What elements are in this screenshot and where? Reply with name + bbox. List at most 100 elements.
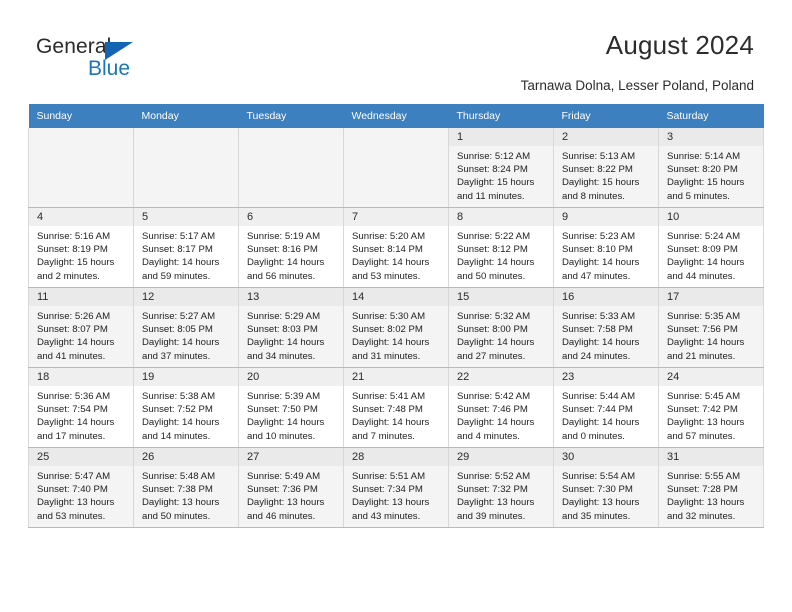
day-details: Sunrise: 5:24 AM Sunset: 8:09 PM Daylight:… <box>659 226 763 283</box>
day-details: Sunrise: 5:14 AM Sunset: 8:20 PM Daylight:… <box>659 146 763 203</box>
sunset-text: Sunset: 7:36 PM <box>247 484 318 496</box>
weekday-header-saturday: Saturday <box>658 104 764 128</box>
calendar-day-cell[interactable]: 29 Sunrise: 5:52 AM Sunset: 7:32 PM Dayligh… <box>448 447 554 528</box>
calendar-header-row: Sunday Monday Tuesday Wednesday Thursday… <box>28 104 764 128</box>
calendar-day-cell[interactable]: 24 Sunrise: 5:45 AM Sunset: 7:42 PM Dayligh… <box>658 367 764 448</box>
day-details: Sunrise: 5:22 AM Sunset: 8:12 PM Daylight:… <box>449 226 553 283</box>
calendar-day-cell[interactable]: 23 Sunrise: 5:44 AM Sunset: 7:44 PM Dayligh… <box>553 367 659 448</box>
calendar-day-cell[interactable]: 26 Sunrise: 5:48 AM Sunset: 7:38 PM Dayligh… <box>133 447 239 528</box>
day-number: 3 <box>659 128 763 146</box>
day-number: 22 <box>449 368 553 386</box>
sunset-text: Sunset: 8:24 PM <box>457 164 528 176</box>
day-details: Sunrise: 5:42 AM Sunset: 7:46 PM Daylight:… <box>449 386 553 443</box>
day-number: 24 <box>659 368 763 386</box>
calendar-day-cell[interactable]: 22 Sunrise: 5:42 AM Sunset: 7:46 PM Dayligh… <box>448 367 554 448</box>
sunrise-text: Sunrise: 5:23 AM <box>562 231 636 242</box>
day-number: 29 <box>449 448 553 466</box>
sunrise-text: Sunrise: 5:42 AM <box>457 391 531 402</box>
calendar-day-cell[interactable]: 20 Sunrise: 5:39 AM Sunset: 7:50 PM Dayligh… <box>238 367 344 448</box>
empty-cell-spacer <box>29 128 133 207</box>
daylight-text-line1: Daylight: 13 hours <box>457 497 535 509</box>
daylight-text-line2: and 11 minutes. <box>457 190 525 202</box>
day-details: Sunrise: 5:47 AM Sunset: 7:40 PM Daylight:… <box>29 466 133 523</box>
daylight-text-line2: and 46 minutes. <box>247 510 316 522</box>
sunset-text: Sunset: 8:10 PM <box>562 244 633 256</box>
daylight-text-line2: and 7 minutes. <box>352 430 415 442</box>
brand-name-blue: Blue <box>88 57 131 80</box>
day-number: 16 <box>554 288 658 306</box>
calendar-day-cell[interactable]: 15 Sunrise: 5:32 AM Sunset: 8:00 PM Dayligh… <box>448 287 554 368</box>
daylight-text-line2: and 10 minutes. <box>247 430 316 442</box>
calendar-day-cell[interactable]: 18 Sunrise: 5:36 AM Sunset: 7:54 PM Dayligh… <box>28 367 134 448</box>
sunrise-text: Sunrise: 5:33 AM <box>562 311 636 322</box>
calendar-day-cell[interactable]: 31 Sunrise: 5:55 AM Sunset: 7:28 PM Dayligh… <box>658 447 764 528</box>
calendar-day-cell[interactable]: 19 Sunrise: 5:38 AM Sunset: 7:52 PM Dayligh… <box>133 367 239 448</box>
day-number: 1 <box>449 128 553 146</box>
brand-logo[interactable]: General Blue <box>36 36 176 82</box>
daylight-text-line1: Daylight: 14 hours <box>457 417 535 429</box>
daylight-text-line2: and 4 minutes. <box>457 430 520 442</box>
sunset-text: Sunset: 7:56 PM <box>667 324 738 336</box>
sunset-text: Sunset: 7:32 PM <box>457 484 528 496</box>
calendar-day-cell[interactable]: 14 Sunrise: 5:30 AM Sunset: 8:02 PM Dayligh… <box>343 287 449 368</box>
day-details: Sunrise: 5:12 AM Sunset: 8:24 PM Daylight:… <box>449 146 553 203</box>
day-number: 20 <box>239 368 343 386</box>
calendar-day-cell[interactable]: 6 Sunrise: 5:19 AM Sunset: 8:16 PM Daylight… <box>238 207 344 288</box>
daylight-text-line1: Daylight: 15 hours <box>562 177 640 189</box>
calendar-day-cell[interactable]: 4 Sunrise: 5:16 AM Sunset: 8:19 PM Daylight… <box>28 207 134 288</box>
day-number: 9 <box>554 208 658 226</box>
calendar-day-cell[interactable]: 3 Sunrise: 5:14 AM Sunset: 8:20 PM Daylight… <box>658 128 764 208</box>
calendar-day-cell[interactable]: 25 Sunrise: 5:47 AM Sunset: 7:40 PM Dayligh… <box>28 447 134 528</box>
sunrise-text: Sunrise: 5:13 AM <box>562 151 636 162</box>
weekday-header-wednesday: Wednesday <box>343 104 449 128</box>
daylight-text-line2: and 37 minutes. <box>142 350 211 362</box>
calendar-day-cell[interactable]: 16 Sunrise: 5:33 AM Sunset: 7:58 PM Dayligh… <box>553 287 659 368</box>
day-details: Sunrise: 5:13 AM Sunset: 8:22 PM Daylight:… <box>554 146 658 203</box>
calendar-table: Sunday Monday Tuesday Wednesday Thursday… <box>28 104 764 528</box>
sunrise-text: Sunrise: 5:48 AM <box>142 471 216 482</box>
sunrise-text: Sunrise: 5:41 AM <box>352 391 426 402</box>
page-header: General Blue August 2024 Tarnawa Dolna, … <box>0 0 792 104</box>
sunset-text: Sunset: 8:16 PM <box>247 244 318 256</box>
calendar-day-cell[interactable]: 8 Sunrise: 5:22 AM Sunset: 8:12 PM Daylight… <box>448 207 554 288</box>
daylight-text-line1: Daylight: 14 hours <box>37 417 115 429</box>
calendar-day-cell[interactable]: 2 Sunrise: 5:13 AM Sunset: 8:22 PM Daylight… <box>553 128 659 208</box>
daylight-text-line1: Daylight: 14 hours <box>667 337 745 349</box>
daylight-text-line2: and 50 minutes. <box>457 270 526 282</box>
calendar-day-cell[interactable]: 21 Sunrise: 5:41 AM Sunset: 7:48 PM Dayligh… <box>343 367 449 448</box>
calendar-day-cell[interactable]: 13 Sunrise: 5:29 AM Sunset: 8:03 PM Dayligh… <box>238 287 344 368</box>
calendar-day-cell[interactable]: 12 Sunrise: 5:27 AM Sunset: 8:05 PM Dayligh… <box>133 287 239 368</box>
day-details: Sunrise: 5:20 AM Sunset: 8:14 PM Daylight:… <box>344 226 448 283</box>
day-number: 15 <box>449 288 553 306</box>
day-details: Sunrise: 5:39 AM Sunset: 7:50 PM Daylight:… <box>239 386 343 443</box>
day-number: 19 <box>134 368 238 386</box>
calendar-day-cell[interactable]: 30 Sunrise: 5:54 AM Sunset: 7:30 PM Dayligh… <box>553 447 659 528</box>
daylight-text-line1: Daylight: 14 hours <box>352 337 430 349</box>
sunrise-text: Sunrise: 5:20 AM <box>352 231 426 242</box>
calendar-day-cell[interactable]: 11 Sunrise: 5:26 AM Sunset: 8:07 PM Dayligh… <box>28 287 134 368</box>
daylight-text-line2: and 47 minutes. <box>562 270 631 282</box>
calendar-day-cell[interactable]: 10 Sunrise: 5:24 AM Sunset: 8:09 PM Dayligh… <box>658 207 764 288</box>
day-number: 4 <box>29 208 133 226</box>
day-number: 6 <box>239 208 343 226</box>
calendar-day-cell[interactable]: 7 Sunrise: 5:20 AM Sunset: 8:14 PM Daylight… <box>343 207 449 288</box>
daylight-text-line1: Daylight: 14 hours <box>562 337 640 349</box>
calendar-day-cell[interactable]: 28 Sunrise: 5:51 AM Sunset: 7:34 PM Dayligh… <box>343 447 449 528</box>
daylight-text-line1: Daylight: 14 hours <box>142 417 220 429</box>
sunrise-text: Sunrise: 5:49 AM <box>247 471 321 482</box>
daylight-text-line1: Daylight: 13 hours <box>667 497 745 509</box>
calendar-day-cell[interactable]: 9 Sunrise: 5:23 AM Sunset: 8:10 PM Daylight… <box>553 207 659 288</box>
sunrise-text: Sunrise: 5:51 AM <box>352 471 426 482</box>
calendar-day-cell[interactable]: 5 Sunrise: 5:17 AM Sunset: 8:17 PM Daylight… <box>133 207 239 288</box>
daylight-text-line2: and 39 minutes. <box>457 510 526 522</box>
sunset-text: Sunset: 8:22 PM <box>562 164 633 176</box>
day-details: Sunrise: 5:29 AM Sunset: 8:03 PM Daylight:… <box>239 306 343 363</box>
calendar-day-cell[interactable]: 27 Sunrise: 5:49 AM Sunset: 7:36 PM Dayligh… <box>238 447 344 528</box>
daylight-text-line1: Daylight: 14 hours <box>247 257 325 269</box>
daylight-text-line1: Daylight: 13 hours <box>667 417 745 429</box>
daylight-text-line1: Daylight: 14 hours <box>667 257 745 269</box>
sunrise-text: Sunrise: 5:12 AM <box>457 151 531 162</box>
day-details: Sunrise: 5:54 AM Sunset: 7:30 PM Daylight:… <box>554 466 658 523</box>
calendar-day-cell[interactable]: 17 Sunrise: 5:35 AM Sunset: 7:56 PM Dayligh… <box>658 287 764 368</box>
calendar-day-cell[interactable]: 1 Sunrise: 5:12 AM Sunset: 8:24 PM Daylight… <box>448 128 554 208</box>
